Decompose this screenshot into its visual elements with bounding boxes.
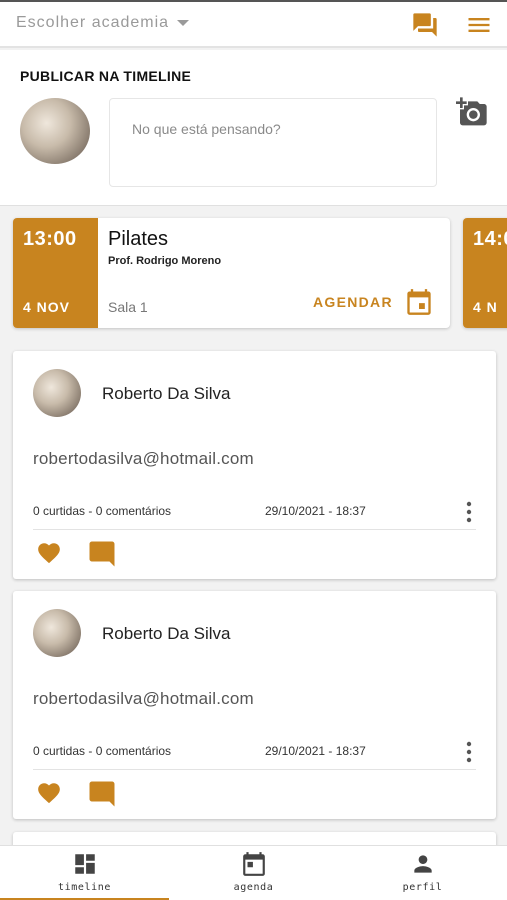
heart-icon[interactable]	[35, 780, 63, 806]
nav-item-agenda[interactable]: agenda	[169, 846, 338, 900]
post-author: Roberto Da Silva	[102, 384, 231, 403]
gym-select-dropdown[interactable]: Escolher academia	[16, 14, 190, 32]
heart-icon[interactable]	[35, 540, 63, 566]
post-date: 29/10/2021 - 18:37	[265, 504, 366, 518]
chat-icon[interactable]	[410, 11, 440, 39]
class-teacher: Prof. Rodrigo Moreno	[108, 255, 222, 267]
class-time: 13:00	[23, 228, 77, 250]
post-text: robertodasilva@hotmail.com	[33, 449, 254, 468]
publish-title: PUBLICAR NA TIMELINE	[20, 68, 192, 84]
class-card[interactable]: 14:0 4 N	[463, 218, 507, 328]
comment-icon[interactable]	[87, 779, 117, 809]
person-icon	[414, 855, 432, 873]
nav-item-timeline[interactable]: timeline	[0, 846, 169, 900]
add-photo-icon[interactable]	[454, 96, 490, 128]
post-stats: 0 curtidas - 0 comentários	[33, 744, 172, 758]
bottom-nav: timeline agenda perfil	[0, 845, 507, 900]
post-author: Roberto Da Silva	[102, 624, 231, 643]
nav-item-perfil[interactable]: perfil	[338, 846, 507, 900]
nav-label: agenda	[233, 882, 274, 893]
avatar	[20, 98, 90, 164]
class-time-block: 14:0 4 N	[463, 218, 507, 328]
class-room: Sala 1	[108, 299, 148, 315]
nav-label: perfil	[402, 882, 443, 893]
calendar-icon	[407, 289, 431, 315]
divider	[33, 769, 476, 770]
class-date: 4 NOV	[23, 299, 71, 315]
class-name: Pilates	[108, 228, 169, 250]
class-date: 4 N	[473, 299, 498, 315]
gym-select-label: Escolher academia	[16, 14, 170, 31]
post-text: robertodasilva@hotmail.com	[33, 689, 254, 708]
post-stats: 0 curtidas - 0 comentários	[33, 504, 172, 518]
avatar	[33, 609, 81, 657]
dashboard-icon	[75, 854, 95, 874]
menu-icon[interactable]	[464, 11, 494, 39]
timeline-post: Roberto Da Silva robertodasilva@hotmail.…	[13, 351, 496, 579]
publish-section: PUBLICAR NA TIMELINE	[0, 50, 507, 206]
class-time: 14:0	[473, 228, 507, 250]
more-options-icon[interactable]	[465, 741, 473, 763]
book-class-button[interactable]: AGENDAR	[313, 286, 433, 318]
nav-label: timeline	[58, 882, 111, 893]
timeline-post: Roberto Da Silva robertodasilva@hotmail.…	[13, 591, 496, 819]
book-class-label: AGENDAR	[313, 294, 393, 310]
divider	[33, 529, 476, 530]
class-card[interactable]: 13:00 4 NOV Pilates Prof. Rodrigo Moreno…	[13, 218, 450, 328]
calendar-icon	[243, 852, 265, 876]
top-bar: Escolher academia	[0, 0, 507, 48]
comment-icon[interactable]	[87, 539, 117, 569]
avatar	[33, 369, 81, 417]
post-input[interactable]	[109, 98, 437, 187]
post-date: 29/10/2021 - 18:37	[265, 744, 366, 758]
class-time-block: 13:00 4 NOV	[13, 218, 98, 328]
more-options-icon[interactable]	[465, 501, 473, 523]
caret-down-icon	[177, 20, 190, 26]
